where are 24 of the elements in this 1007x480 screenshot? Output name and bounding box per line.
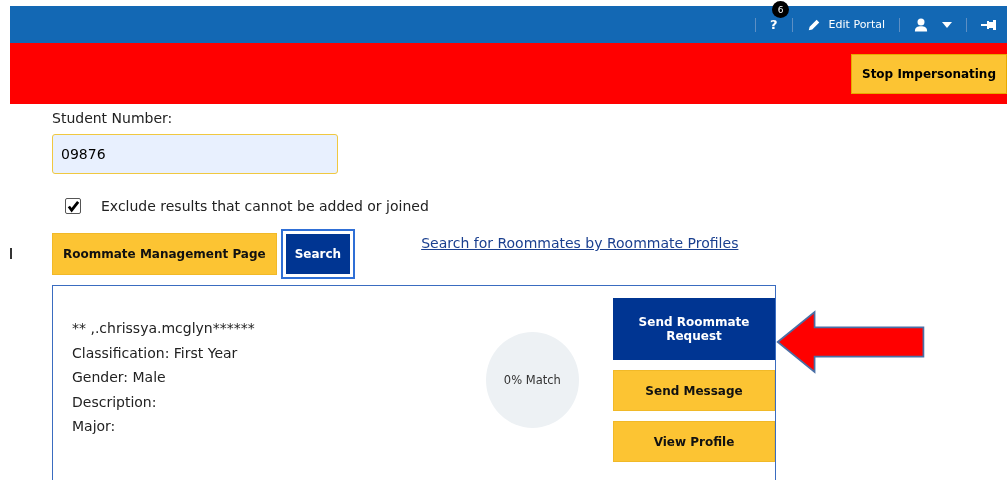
roommate-management-button[interactable]: Roommate Management Page: [52, 233, 277, 275]
caret-icon[interactable]: [942, 21, 952, 28]
edit-portal-link[interactable]: Edit Portal: [828, 18, 885, 31]
pin-icon[interactable]: [981, 18, 997, 31]
notification-badge: 6: [772, 1, 789, 18]
pencil-icon[interactable]: [806, 17, 821, 32]
action-button[interactable]: View Profile: [613, 421, 775, 462]
result-detail: Gender: Male: [72, 368, 167, 387]
roommate-profiles-link[interactable]: Search for Roommates by Roommate Profiles: [421, 235, 739, 251]
student-number-field[interactable]: 09876: [52, 134, 338, 174]
match-text: 0% Match: [503, 373, 561, 387]
result-detail: Major:: [72, 417, 117, 436]
user-icon[interactable]: [914, 17, 928, 32]
action-button[interactable]: Send Message: [613, 370, 775, 411]
student-number-label: Student Number:: [52, 110, 173, 126]
stop-impersonating-button[interactable]: Stop Impersonating: [851, 53, 1007, 94]
result-detail: ** ,.chrissya.mcglyn******: [72, 319, 256, 338]
search-button[interactable]: Search: [282, 231, 354, 277]
exclude-label: Exclude results that cannot be added or joined: [101, 198, 429, 214]
checkbox[interactable]: [65, 198, 81, 214]
action-button[interactable]: Send Roommate Request: [613, 298, 775, 360]
result-detail: Description:: [72, 392, 158, 412]
result-detail: Classification: First Year: [72, 343, 239, 363]
help-link[interactable]: ?: [770, 17, 778, 32]
